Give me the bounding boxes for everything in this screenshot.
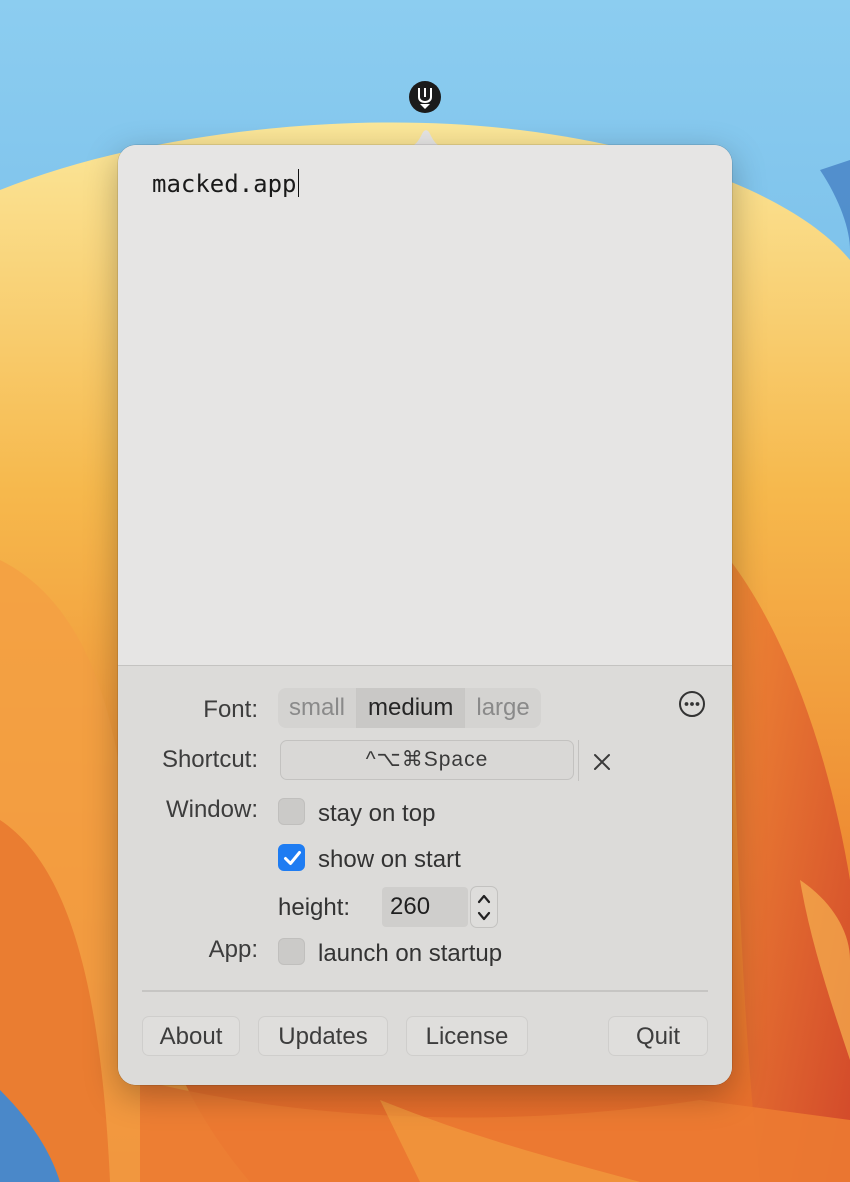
divider	[142, 990, 708, 992]
close-icon	[594, 754, 610, 770]
show-on-start-checkbox[interactable]	[278, 844, 305, 871]
font-option-large[interactable]: large	[465, 688, 540, 728]
app-status-icon[interactable]	[408, 80, 442, 114]
text-caret	[297, 169, 299, 197]
launch-on-startup-checkbox[interactable]	[278, 938, 305, 965]
updates-button[interactable]: Updates	[258, 1016, 388, 1056]
shortcut-clear-button[interactable]	[578, 740, 625, 781]
preferences-panel: Font: small medium large Shortcut: ^⌥⌘Sp…	[118, 665, 732, 1085]
font-option-medium[interactable]: medium	[357, 688, 466, 728]
editor-text: macked.app	[152, 170, 297, 198]
height-input[interactable]: 260	[382, 887, 468, 927]
about-button[interactable]: About	[142, 1016, 240, 1056]
stay-on-top-checkbox[interactable]	[278, 798, 305, 825]
chevron-up-icon[interactable]	[476, 892, 492, 906]
notes-editor[interactable]: macked.app	[118, 145, 732, 665]
shortcut-label: Shortcut:	[161, 746, 258, 773]
chevron-down-icon[interactable]	[476, 909, 492, 923]
font-size-segmented-control[interactable]: small medium large	[278, 688, 541, 728]
app-label: App:	[208, 936, 258, 963]
window-label: Window:	[165, 796, 258, 823]
ellipsis-circle-icon[interactable]	[678, 690, 706, 718]
quit-button[interactable]: Quit	[608, 1016, 708, 1056]
height-label: height:	[278, 894, 351, 921]
popover-panel: macked.app Font: small medium large Shor…	[118, 145, 732, 1085]
height-stepper[interactable]	[470, 886, 498, 928]
stay-on-top-label[interactable]: stay on top	[318, 800, 435, 828]
font-label: Font:	[203, 696, 258, 723]
show-on-start-label[interactable]: show on start	[318, 846, 461, 874]
shortcut-recorder-field[interactable]: ^⌥⌘Space	[280, 740, 574, 780]
license-button[interactable]: License	[406, 1016, 528, 1056]
launch-on-startup-label[interactable]: launch on startup	[318, 940, 502, 968]
checkmark-icon	[284, 851, 301, 865]
font-option-small[interactable]: small	[278, 688, 358, 728]
